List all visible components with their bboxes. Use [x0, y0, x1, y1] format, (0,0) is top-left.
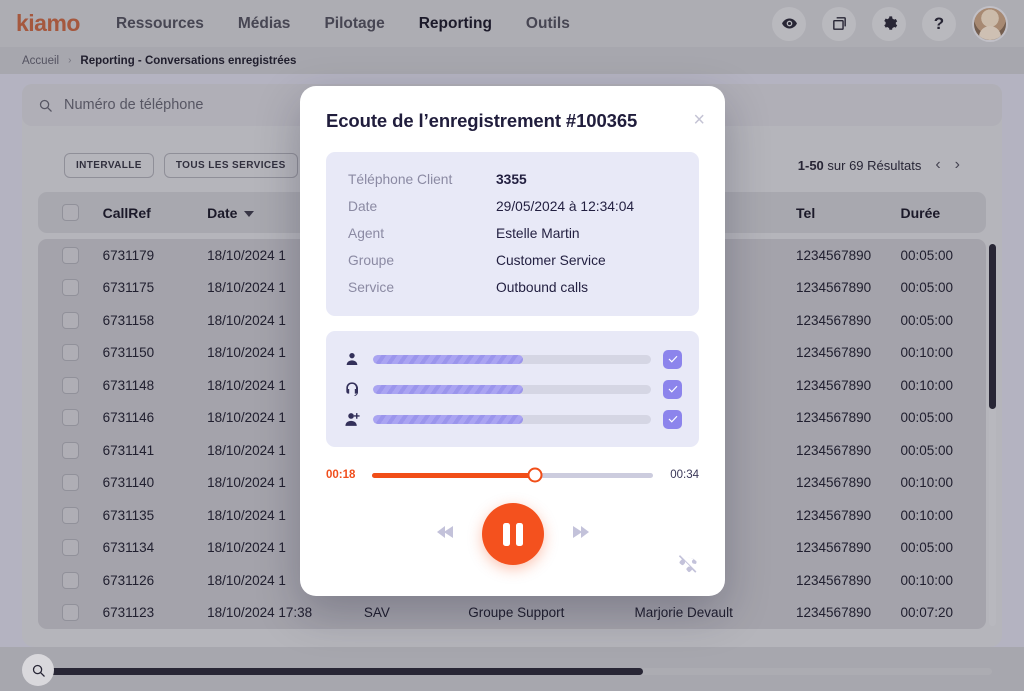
call-info-label: Agent	[348, 226, 385, 241]
audio-track-progress-fill	[373, 384, 524, 394]
player-seek-handle[interactable]	[527, 467, 543, 483]
call-info-row: Service Outbound calls	[348, 274, 677, 301]
rewind-icon[interactable]	[434, 520, 458, 549]
audio-track-progress[interactable]	[373, 384, 651, 394]
audio-track-progress-fill	[373, 354, 524, 364]
headset-icon	[343, 381, 361, 397]
call-info-row: Téléphone Client 3355	[348, 166, 677, 193]
close-icon[interactable]: ×	[693, 110, 705, 130]
call-info-row: Date 29/05/2024 à 12:34:04	[348, 193, 677, 220]
call-info-label: Groupe	[348, 253, 395, 268]
audio-track-progress[interactable]	[373, 414, 651, 424]
audio-track-row[interactable]	[343, 374, 682, 404]
call-info-value: Estelle Martin	[496, 226, 580, 241]
recording-playback-modal: Ecoute de l’enregistrement #100365 × Tél…	[300, 86, 725, 596]
phone-off-icon[interactable]	[677, 553, 699, 580]
call-info-row: Agent Estelle Martin	[348, 220, 677, 247]
player-seek-fill	[372, 472, 535, 478]
modal-title: Ecoute de l’enregistrement #100365	[326, 110, 638, 131]
audio-tracks-panel	[326, 331, 699, 447]
player-seek-slider[interactable]	[372, 467, 653, 483]
call-info-label: Téléphone Client	[348, 172, 453, 187]
audio-track-checkbox[interactable]	[663, 349, 682, 369]
app-root: kiamo Ressources Médias Pilotage Reporti…	[0, 0, 1024, 691]
call-info-panel: Téléphone Client 3355 Date 29/05/2024 à 12:…	[326, 152, 699, 316]
call-info-value: 29/05/2024 à 12:34:04	[496, 199, 635, 214]
player-current-time: 00:18	[326, 469, 356, 481]
call-info-label: Service	[348, 280, 395, 295]
person-icon	[343, 351, 361, 367]
audio-track-progress[interactable]	[373, 354, 651, 364]
call-info-value: 3355	[496, 172, 527, 187]
player-seek-row: 00:18 00:34	[326, 467, 699, 483]
audio-track-row[interactable]	[343, 344, 682, 374]
call-info-value: Outbound calls	[496, 280, 589, 295]
call-info-label: Date	[348, 199, 378, 214]
player-total-time: 00:34	[670, 469, 699, 481]
audio-track-checkbox[interactable]	[663, 379, 682, 399]
pause-icon[interactable]	[481, 503, 544, 565]
modal-overlay: Ecoute de l’enregistrement #100365 × Tél…	[0, 0, 1024, 691]
audio-track-checkbox[interactable]	[663, 409, 682, 429]
audio-track-progress-fill	[373, 414, 524, 424]
forward-icon[interactable]	[568, 520, 592, 549]
audio-track-row[interactable]	[343, 404, 682, 434]
person-add-icon	[343, 411, 361, 428]
call-info-row: Groupe Customer Service	[348, 247, 677, 274]
pause-bar-right	[515, 522, 523, 546]
call-info-value: Customer Service	[496, 253, 606, 268]
player-controls	[326, 503, 699, 565]
pause-bar-left	[502, 522, 510, 546]
